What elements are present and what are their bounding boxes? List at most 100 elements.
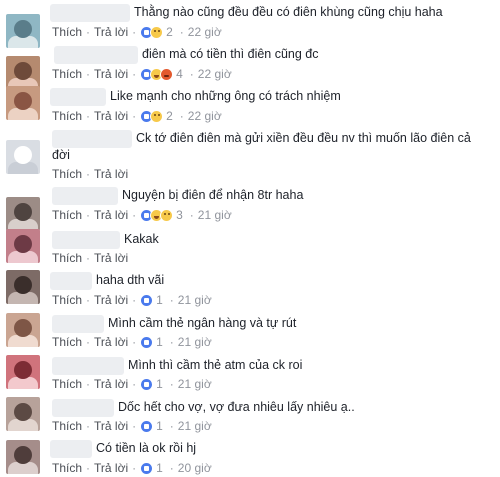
comment-timestamp[interactable]: 22 giờ [188,108,222,124]
angry-reaction-icon [160,67,174,81]
reaction-summary[interactable]: 1 [140,418,163,434]
avatar[interactable] [6,440,40,474]
author-name-blurred[interactable] [50,272,92,290]
reply-link[interactable]: Trả lời [94,334,128,350]
reaction-summary[interactable]: 1 [140,292,163,308]
reaction-count: 1 [156,419,163,433]
author-name-blurred[interactable] [50,440,92,458]
reaction-summary[interactable]: 4 [140,66,183,82]
separator: · [179,25,184,39]
reply-link[interactable]: Trả lời [94,376,128,392]
reaction-summary[interactable]: 1 [140,334,163,350]
separator: · [86,25,91,39]
author-name-blurred[interactable] [52,357,124,375]
avatar[interactable] [6,86,40,120]
separator: · [169,377,174,391]
separator: · [86,293,91,307]
separator: · [132,293,137,307]
author-name-blurred[interactable] [52,187,118,205]
comment-actions: Thích · Trả lời · 1 · 21 giờ [52,418,212,434]
comment-actions: Thích · Trả lời · 3 · 21 giờ [52,207,232,223]
separator: · [132,109,137,123]
like-link[interactable]: Thích [52,376,82,392]
comment-timestamp[interactable]: 21 giờ [178,334,212,350]
reply-link[interactable]: Trả lời [94,24,128,40]
reaction-count: 1 [156,461,163,475]
separator: · [132,461,137,475]
separator: · [132,25,137,39]
reply-link[interactable]: Trả lời [94,166,128,182]
avatar[interactable] [6,14,40,48]
separator: · [169,419,174,433]
reply-link[interactable]: Trả lời [94,250,128,266]
reaction-summary[interactable]: 2 [140,24,173,40]
reaction-summary[interactable]: 1 [140,376,163,392]
reply-link[interactable]: Trả lời [94,207,128,223]
reply-link[interactable]: Trả lời [94,460,128,476]
comment-actions: Thích · Trả lời · 2 · 22 giờ [52,24,222,40]
comment-timestamp[interactable]: 21 giờ [178,418,212,434]
author-name-blurred[interactable] [52,231,120,249]
comment-text: Mình cầm thẻ ngân hàng và tự rút [108,316,297,330]
reply-link[interactable]: Trả lời [94,66,128,82]
like-link[interactable]: Thích [52,460,82,476]
avatar[interactable] [6,56,40,90]
avatar[interactable] [6,397,40,431]
comment-list: Thằng nào cũng đều đều có điên khùng cũn… [0,0,500,477]
reaction-summary[interactable]: 3 [140,207,183,223]
author-name-blurred[interactable] [52,315,104,333]
avatar[interactable] [6,355,40,389]
author-name-blurred[interactable] [54,46,138,64]
separator: · [189,67,194,81]
separator: · [132,419,137,433]
reply-link[interactable]: Trả lời [94,108,128,124]
comment-actions: Thích · Trả lời · 1 · 20 giờ [52,460,212,476]
comment-actions: Thích · Trả lời · 1 · 21 giờ [52,292,212,308]
comment-text: Ck tớ điên điên mà gửi xiền đều đều nv t… [52,131,471,162]
like-link[interactable]: Thích [52,24,82,40]
separator: · [86,251,91,265]
comment-timestamp[interactable]: 20 giờ [178,460,212,476]
comment-timestamp[interactable]: 22 giờ [188,24,222,40]
author-name-blurred[interactable] [52,399,114,417]
comment-text: Thằng nào cũng đều đều có điên khùng cũn… [134,5,443,19]
like-link[interactable]: Thích [52,292,82,308]
separator: · [86,208,91,222]
like-link[interactable]: Thích [52,418,82,434]
like-reaction-icon [140,461,154,475]
comment-text: Mình thì cầm thẻ atm của ck roi [128,358,303,372]
comment-timestamp[interactable]: 22 giờ [198,66,232,82]
comment-timestamp[interactable]: 21 giờ [198,207,232,223]
like-link[interactable]: Thích [52,108,82,124]
sad-reaction-icon [150,109,164,123]
reaction-summary[interactable]: 2 [140,108,173,124]
comment-timestamp[interactable]: 21 giờ [178,376,212,392]
comment-timestamp[interactable]: 21 giờ [178,292,212,308]
like-link[interactable]: Thích [52,166,82,182]
avatar[interactable] [6,229,40,263]
author-name-blurred[interactable] [50,88,106,106]
avatar[interactable] [6,270,40,304]
like-link[interactable]: Thích [52,66,82,82]
avatar[interactable] [6,140,40,174]
like-link[interactable]: Thích [52,334,82,350]
avatar[interactable] [6,197,40,231]
like-reaction-icon [140,293,154,307]
comment-actions: Thích · Trả lời · 4 · 22 giờ [52,66,232,82]
like-link[interactable]: Thích [52,250,82,266]
separator: · [132,377,137,391]
avatar[interactable] [6,313,40,347]
separator: · [189,208,194,222]
separator: · [86,461,91,475]
comment-actions: Thích · Trả lời [52,250,128,266]
reaction-count: 1 [156,335,163,349]
reaction-summary[interactable]: 1 [140,460,163,476]
author-name-blurred[interactable] [50,4,130,22]
reaction-count: 1 [156,377,163,391]
like-link[interactable]: Thích [52,207,82,223]
reply-link[interactable]: Trả lời [94,292,128,308]
comment-actions: Thích · Trả lời · 1 · 21 giờ [52,376,212,392]
comment-text: Like mạnh cho những ông có trách nhiệm [110,89,341,103]
comment-actions: Thích · Trả lời · 1 · 21 giờ [52,334,212,350]
reply-link[interactable]: Trả lời [94,418,128,434]
